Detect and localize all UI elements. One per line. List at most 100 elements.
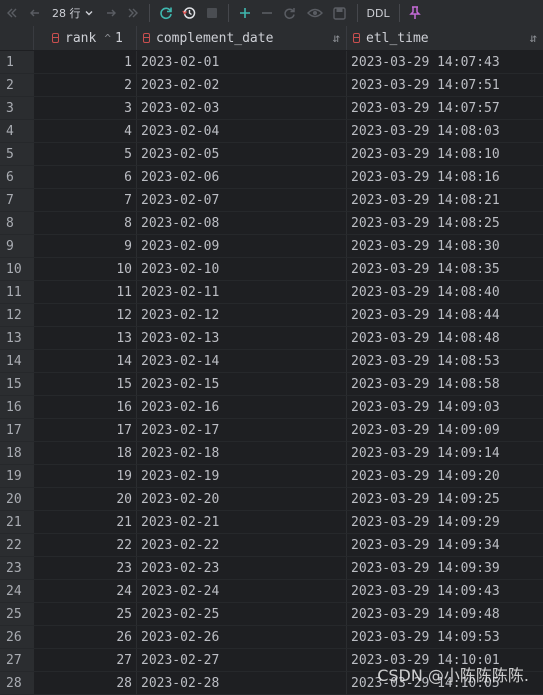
rank-cell[interactable]: 23 bbox=[34, 557, 137, 580]
rank-cell[interactable]: 11 bbox=[34, 281, 137, 304]
rank-cell[interactable]: 10 bbox=[34, 258, 137, 281]
complement-date-cell[interactable]: 2023-02-21 bbox=[137, 511, 347, 534]
rank-cell[interactable]: 26 bbox=[34, 626, 137, 649]
rank-cell[interactable]: 15 bbox=[34, 373, 137, 396]
complement-date-cell[interactable]: 2023-02-14 bbox=[137, 350, 347, 373]
etl-time-cell[interactable]: 2023-03-29 14:08:35 bbox=[347, 258, 543, 281]
rank-cell[interactable]: 19 bbox=[34, 465, 137, 488]
etl-time-cell[interactable]: 2023-03-29 14:07:51 bbox=[347, 74, 543, 97]
table-row[interactable]: 22 22 2023-02-22 2023-03-29 14:09:34 bbox=[0, 534, 543, 557]
sort-ascending-icon[interactable]: ^ bbox=[104, 32, 111, 45]
complement-date-cell[interactable]: 2023-02-04 bbox=[137, 120, 347, 143]
rank-cell[interactable]: 17 bbox=[34, 419, 137, 442]
column-header-etl-time[interactable]: etl_time ⇵ bbox=[347, 26, 543, 50]
rank-cell[interactable]: 20 bbox=[34, 488, 137, 511]
table-row[interactable]: 2 2 2023-02-02 2023-03-29 14:07:51 bbox=[0, 74, 543, 97]
table-row[interactable]: 21 21 2023-02-21 2023-03-29 14:09:29 bbox=[0, 511, 543, 534]
rank-cell[interactable]: 13 bbox=[34, 327, 137, 350]
table-row[interactable]: 20 20 2023-02-20 2023-03-29 14:09:25 bbox=[0, 488, 543, 511]
etl-time-cell[interactable]: 2023-03-29 14:09:03 bbox=[347, 396, 543, 419]
complement-date-cell[interactable]: 2023-02-08 bbox=[137, 212, 347, 235]
sort-toggle-icon[interactable]: ⇵ bbox=[530, 31, 537, 45]
complement-date-cell[interactable]: 2023-02-15 bbox=[137, 373, 347, 396]
row-count-selector[interactable]: 28 行 bbox=[46, 3, 100, 23]
table-row[interactable]: 10 10 2023-02-10 2023-03-29 14:08:35 bbox=[0, 258, 543, 281]
complement-date-cell[interactable]: 2023-02-13 bbox=[137, 327, 347, 350]
complement-date-cell[interactable]: 2023-02-05 bbox=[137, 143, 347, 166]
sort-toggle-icon[interactable]: ⇵ bbox=[333, 31, 340, 45]
pin-icon[interactable] bbox=[405, 0, 425, 26]
complement-date-cell[interactable]: 2023-02-01 bbox=[137, 51, 347, 74]
rank-cell[interactable]: 12 bbox=[34, 304, 137, 327]
rank-cell[interactable]: 7 bbox=[34, 189, 137, 212]
complement-date-cell[interactable]: 2023-02-07 bbox=[137, 189, 347, 212]
etl-time-cell[interactable]: 2023-03-29 14:08:58 bbox=[347, 373, 543, 396]
rank-cell[interactable]: 6 bbox=[34, 166, 137, 189]
etl-time-cell[interactable]: 2023-03-29 14:08:16 bbox=[347, 166, 543, 189]
complement-date-cell[interactable]: 2023-02-02 bbox=[137, 74, 347, 97]
rank-cell[interactable]: 27 bbox=[34, 649, 137, 672]
rank-cell[interactable]: 2 bbox=[34, 74, 137, 97]
etl-time-cell[interactable]: 2023-03-29 14:08:21 bbox=[347, 189, 543, 212]
complement-date-cell[interactable]: 2023-02-03 bbox=[137, 97, 347, 120]
column-header-rank[interactable]: rank ^ 1 bbox=[34, 26, 137, 50]
complement-date-cell[interactable]: 2023-02-16 bbox=[137, 396, 347, 419]
table-row[interactable]: 12 12 2023-02-12 2023-03-29 14:08:44 bbox=[0, 304, 543, 327]
etl-time-cell[interactable]: 2023-03-29 14:09:39 bbox=[347, 557, 543, 580]
etl-time-cell[interactable]: 2023-03-29 14:09:29 bbox=[347, 511, 543, 534]
etl-time-cell[interactable]: 2023-03-29 14:09:14 bbox=[347, 442, 543, 465]
complement-date-cell[interactable]: 2023-02-22 bbox=[137, 534, 347, 557]
complement-date-cell[interactable]: 2023-02-18 bbox=[137, 442, 347, 465]
rank-cell[interactable]: 22 bbox=[34, 534, 137, 557]
table-row[interactable]: 7 7 2023-02-07 2023-03-29 14:08:21 bbox=[0, 189, 543, 212]
rank-cell[interactable]: 18 bbox=[34, 442, 137, 465]
prev-page-icon[interactable] bbox=[24, 0, 46, 26]
table-row[interactable]: 4 4 2023-02-04 2023-03-29 14:08:03 bbox=[0, 120, 543, 143]
table-row[interactable]: 19 19 2023-02-19 2023-03-29 14:09:20 bbox=[0, 465, 543, 488]
revert-icon[interactable] bbox=[278, 0, 302, 26]
table-row[interactable]: 13 13 2023-02-13 2023-03-29 14:08:48 bbox=[0, 327, 543, 350]
etl-time-cell[interactable]: 2023-03-29 14:09:53 bbox=[347, 626, 543, 649]
complement-date-cell[interactable]: 2023-02-20 bbox=[137, 488, 347, 511]
rank-cell[interactable]: 9 bbox=[34, 235, 137, 258]
etl-time-cell[interactable]: 2023-03-29 14:08:40 bbox=[347, 281, 543, 304]
rank-cell[interactable]: 16 bbox=[34, 396, 137, 419]
etl-time-cell[interactable]: 2023-03-29 14:08:03 bbox=[347, 120, 543, 143]
etl-time-cell[interactable]: 2023-03-29 14:07:43 bbox=[347, 51, 543, 74]
table-row[interactable]: 1 1 2023-02-01 2023-03-29 14:07:43 bbox=[0, 51, 543, 74]
complement-date-cell[interactable]: 2023-02-19 bbox=[137, 465, 347, 488]
table-row[interactable]: 3 3 2023-02-03 2023-03-29 14:07:57 bbox=[0, 97, 543, 120]
etl-time-cell[interactable]: 2023-03-29 14:09:25 bbox=[347, 488, 543, 511]
complement-date-cell[interactable]: 2023-02-26 bbox=[137, 626, 347, 649]
rank-cell[interactable]: 1 bbox=[34, 51, 137, 74]
etl-time-cell[interactable]: 2023-03-29 14:09:09 bbox=[347, 419, 543, 442]
stop-icon[interactable] bbox=[201, 0, 223, 26]
etl-time-cell[interactable]: 2023-03-29 14:09:43 bbox=[347, 580, 543, 603]
table-row[interactable]: 15 15 2023-02-15 2023-03-29 14:08:58 bbox=[0, 373, 543, 396]
rank-cell[interactable]: 3 bbox=[34, 97, 137, 120]
etl-time-cell[interactable]: 2023-03-29 14:08:53 bbox=[347, 350, 543, 373]
ddl-button[interactable]: DDL bbox=[363, 0, 394, 26]
complement-date-cell[interactable]: 2023-02-10 bbox=[137, 258, 347, 281]
complement-date-cell[interactable]: 2023-02-06 bbox=[137, 166, 347, 189]
complement-date-cell[interactable]: 2023-02-17 bbox=[137, 419, 347, 442]
next-page-icon[interactable] bbox=[100, 0, 122, 26]
etl-time-cell[interactable]: 2023-03-29 14:07:57 bbox=[347, 97, 543, 120]
table-row[interactable]: 9 9 2023-02-09 2023-03-29 14:08:30 bbox=[0, 235, 543, 258]
etl-time-cell[interactable]: 2023-03-29 14:08:10 bbox=[347, 143, 543, 166]
rank-cell[interactable]: 25 bbox=[34, 603, 137, 626]
rank-cell[interactable]: 4 bbox=[34, 120, 137, 143]
table-row[interactable]: 18 18 2023-02-18 2023-03-29 14:09:14 bbox=[0, 442, 543, 465]
table-row[interactable]: 8 8 2023-02-08 2023-03-29 14:08:25 bbox=[0, 212, 543, 235]
history-icon[interactable] bbox=[177, 0, 201, 26]
etl-time-cell[interactable]: 2023-03-29 14:08:48 bbox=[347, 327, 543, 350]
table-row[interactable]: 14 14 2023-02-14 2023-03-29 14:08:53 bbox=[0, 350, 543, 373]
rank-cell[interactable]: 24 bbox=[34, 580, 137, 603]
add-row-icon[interactable] bbox=[234, 0, 256, 26]
table-row[interactable]: 24 24 2023-02-24 2023-03-29 14:09:43 bbox=[0, 580, 543, 603]
etl-time-cell[interactable]: 2023-03-29 14:08:25 bbox=[347, 212, 543, 235]
etl-time-cell[interactable]: 2023-03-29 14:09:48 bbox=[347, 603, 543, 626]
complement-date-cell[interactable]: 2023-02-25 bbox=[137, 603, 347, 626]
table-row[interactable]: 23 23 2023-02-23 2023-03-29 14:09:39 bbox=[0, 557, 543, 580]
etl-time-cell[interactable]: 2023-03-29 14:09:34 bbox=[347, 534, 543, 557]
